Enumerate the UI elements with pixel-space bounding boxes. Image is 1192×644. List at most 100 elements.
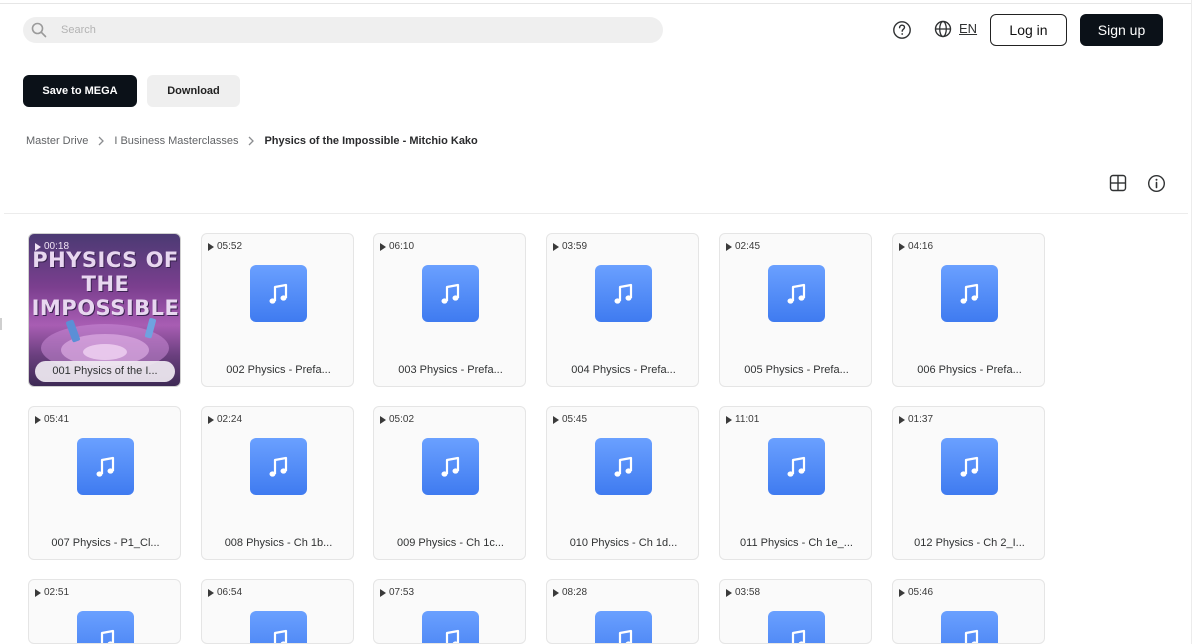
file-tile[interactable]: 05:41 007 Physics - P1_Cl...: [28, 406, 181, 560]
breadcrumb-business-masterclasses[interactable]: I Business Masterclasses: [114, 135, 238, 147]
music-note-icon: [941, 265, 998, 322]
duration-badge: 03:59: [553, 241, 587, 252]
play-icon: [553, 588, 559, 597]
file-tile[interactable]: 11:01 011 Physics - Ch 1e_...: [719, 406, 872, 560]
play-icon: [899, 242, 905, 251]
breadcrumb: Master Drive I Business Masterclasses Ph…: [26, 134, 478, 148]
file-tile[interactable]: 05:52 002 Physics - Prefa...: [201, 233, 354, 387]
duration-badge: 11:01: [726, 414, 759, 425]
breadcrumb-master-drive[interactable]: Master Drive: [26, 135, 88, 147]
duration-badge: 07:53: [380, 587, 414, 598]
duration-badge: 08:28: [553, 587, 587, 598]
duration-badge: 05:41: [35, 414, 69, 425]
file-tile[interactable]: 03:58: [719, 579, 872, 644]
file-name: 002 Physics - Prefa...: [226, 364, 331, 376]
file-tile[interactable]: 02:51: [28, 579, 181, 644]
music-note-icon: [422, 438, 479, 495]
file-tile[interactable]: 01:37 012 Physics - Ch 2_I...: [892, 406, 1045, 560]
duration-badge: 03:58: [726, 587, 760, 598]
file-name: 012 Physics - Ch 2_I...: [914, 537, 1025, 549]
download-button[interactable]: Download: [147, 75, 240, 107]
play-icon: [899, 415, 905, 424]
music-note-icon: [768, 438, 825, 495]
duration-badge: 00:18: [35, 241, 69, 252]
play-icon: [35, 415, 41, 424]
play-icon: [726, 242, 732, 251]
duration-badge: 05:46: [899, 587, 933, 598]
file-tile[interactable]: 06:54: [201, 579, 354, 644]
chevron-right-icon: [98, 136, 105, 146]
search-icon: [31, 22, 47, 38]
file-name: 005 Physics - Prefa...: [744, 364, 849, 376]
globe-icon[interactable]: [934, 20, 952, 38]
save-to-mega-button[interactable]: Save to MEGA: [23, 75, 137, 107]
file-name: 008 Physics - Ch 1b...: [224, 537, 333, 549]
play-icon: [726, 588, 732, 597]
file-tile[interactable]: 03:59 004 Physics - Prefa...: [546, 233, 699, 387]
top-border: [0, 3, 1192, 4]
file-name: 003 Physics - Prefa...: [398, 364, 503, 376]
duration-badge: 02:45: [726, 241, 760, 252]
file-name: 007 Physics - P1_Cl...: [51, 537, 160, 549]
language-selector[interactable]: EN: [959, 21, 977, 36]
file-name: 011 Physics - Ch 1e_...: [740, 537, 853, 549]
duration-badge: 01:37: [899, 414, 933, 425]
file-tile[interactable]: 02:24 008 Physics - Ch 1b...: [201, 406, 354, 560]
music-note-icon: [595, 611, 652, 643]
file-name: 009 Physics - Ch 1c...: [397, 537, 504, 549]
play-icon: [208, 415, 214, 424]
file-name: 010 Physics - Ch 1d...: [569, 537, 678, 549]
play-icon: [899, 588, 905, 597]
cover-art-title: PHYSICS OF THE IMPOSSIBLE: [29, 248, 180, 320]
music-note-icon: [250, 611, 307, 643]
file-tile[interactable]: 02:45 005 Physics - Prefa...: [719, 233, 872, 387]
duration-badge: 05:45: [553, 414, 587, 425]
music-note-icon: [422, 265, 479, 322]
duration-badge: 05:52: [208, 241, 242, 252]
file-name: 004 Physics - Prefa...: [571, 364, 676, 376]
play-icon: [208, 588, 214, 597]
file-tile[interactable]: 06:10 003 Physics - Prefa...: [373, 233, 526, 387]
file-tile[interactable]: 04:16 006 Physics - Prefa...: [892, 233, 1045, 387]
file-name: 001 Physics of the I...: [35, 361, 175, 382]
file-tile[interactable]: 05:46: [892, 579, 1045, 644]
duration-badge: 02:24: [208, 414, 242, 425]
play-icon: [726, 415, 732, 424]
file-name: 006 Physics - Prefa...: [917, 364, 1022, 376]
music-note-icon: [595, 265, 652, 322]
grid-view-icon[interactable]: [1109, 174, 1127, 192]
login-button[interactable]: Log in: [990, 14, 1067, 46]
play-icon: [35, 588, 41, 597]
info-icon[interactable]: [1147, 174, 1166, 193]
chevron-right-icon: [248, 136, 255, 146]
music-note-icon: [77, 438, 134, 495]
music-note-icon: [77, 611, 134, 643]
duration-badge: 04:16: [899, 241, 933, 252]
file-tile[interactable]: PHYSICS OF THE IMPOSSIBLE 00:18 001 Phys…: [28, 233, 181, 387]
play-icon: [380, 242, 386, 251]
file-tile[interactable]: 05:45 010 Physics - Ch 1d...: [546, 406, 699, 560]
duration-badge: 05:02: [380, 414, 414, 425]
play-icon: [35, 242, 41, 251]
music-note-icon: [768, 611, 825, 643]
play-icon: [553, 415, 559, 424]
music-note-icon: [941, 438, 998, 495]
file-tile[interactable]: 05:02 009 Physics - Ch 1c...: [373, 406, 526, 560]
play-icon: [208, 242, 214, 251]
music-note-icon: [768, 265, 825, 322]
play-icon: [553, 242, 559, 251]
play-icon: [380, 415, 386, 424]
cover-title-line1: PHYSICS OF THE: [32, 248, 179, 296]
music-note-icon: [941, 611, 998, 643]
search-input[interactable]: [61, 17, 641, 43]
file-tile[interactable]: 07:53: [373, 579, 526, 644]
content-divider: [4, 213, 1188, 214]
file-tile[interactable]: 08:28: [546, 579, 699, 644]
duration-badge: 02:51: [35, 587, 69, 598]
search-bar[interactable]: [23, 17, 663, 43]
music-note-icon: [595, 438, 652, 495]
duration-badge: 06:54: [208, 587, 242, 598]
resize-handle[interactable]: [0, 318, 2, 330]
signup-button[interactable]: Sign up: [1080, 14, 1163, 46]
help-circle-icon[interactable]: [892, 20, 912, 40]
